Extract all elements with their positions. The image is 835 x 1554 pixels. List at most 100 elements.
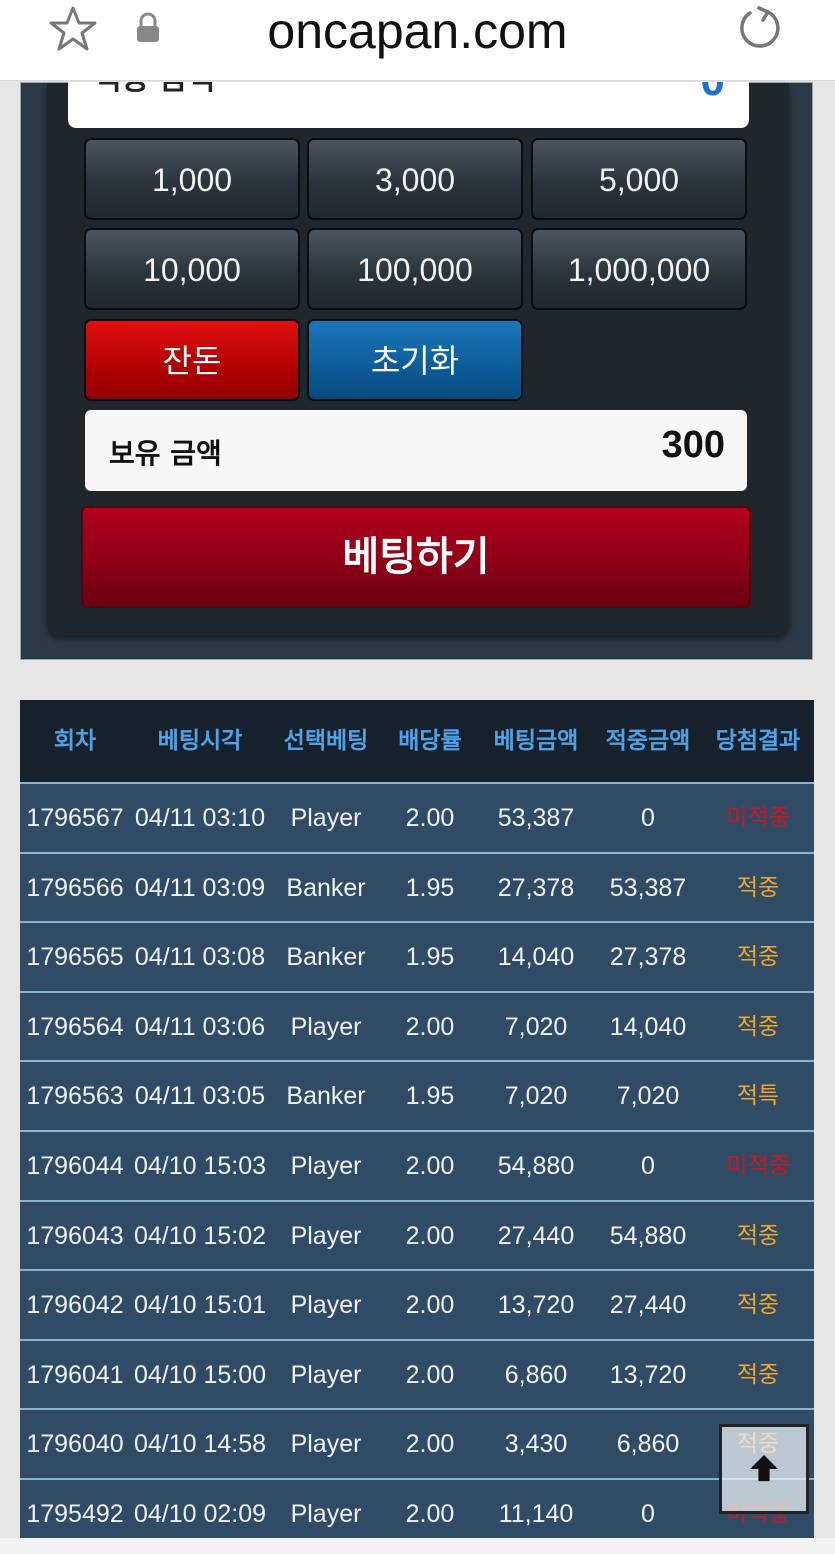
round-cell: 1796565 [26, 943, 124, 972]
header-odds: 배당률 [398, 728, 462, 754]
selection-cell: Player [290, 1152, 362, 1180]
result-cell: 미적중 [726, 805, 790, 831]
win-amount-cell: 0 [641, 804, 655, 832]
selection-cell: Player [290, 1360, 362, 1389]
bet-amount-cell: 6,860 [504, 1360, 568, 1389]
result-cell: 적중 [736, 1013, 780, 1040]
result-cell: 미적중 [726, 1153, 790, 1179]
table-row: 1796043 04/10 15:02 Player 2.00 27,440 54,880… [20, 1199, 814, 1270]
round-cell: 1796563 [26, 1082, 124, 1111]
result-cell: 적중 [736, 944, 780, 971]
selection-cell: Banker [286, 873, 366, 902]
odds-cell: 1.95 [405, 873, 455, 902]
bet-history-table: 회차 베팅시각 선택베팅 배당률 베팅금액 적중금액 당첨결과 1796567 0… [20, 700, 814, 1550]
win-amount-cell: 14,040 [609, 1012, 687, 1041]
chip-button-10000[interactable]: 10,000 [84, 228, 300, 310]
odds-cell: 2.00 [405, 1152, 455, 1180]
result-cell: 적특 [736, 1083, 780, 1110]
time-cell: 04/10 14:58 [133, 1430, 267, 1459]
scroll-to-top-button[interactable] [719, 1424, 809, 1514]
odds-cell: 2.00 [405, 1221, 455, 1250]
reload-icon[interactable] [736, 4, 784, 52]
time-cell: 04/11 03:06 [134, 1012, 266, 1041]
win-amount-cell: 13,720 [609, 1360, 687, 1389]
table-header: 회차 베팅시각 선택베팅 배당률 베팅금액 적중금액 당첨결과 [20, 700, 814, 782]
header-bet-time: 베팅시각 [157, 728, 243, 754]
win-amount-cell: 54,880 [609, 1221, 687, 1250]
reset-button[interactable]: 초기화 [307, 319, 523, 401]
odds-cell: 2.00 [405, 1291, 455, 1320]
chip-button-3000[interactable]: 3,000 [307, 138, 523, 220]
hit-amount-box: 적중 금액 0 [68, 82, 749, 128]
bet-amount-cell: 27,440 [497, 1221, 575, 1250]
chip-button-1000[interactable]: 1,000 [84, 138, 300, 220]
header-selection: 선택베팅 [283, 728, 369, 754]
change-button[interactable]: 잔돈 [84, 319, 300, 401]
header-bet-amount: 베팅금액 [493, 728, 579, 754]
bet-amount-cell: 7,020 [504, 1082, 568, 1111]
holding-amount-value: 300 [661, 424, 725, 466]
bet-amount-cell: 14,040 [497, 943, 575, 972]
time-cell: 04/11 03:09 [134, 873, 266, 902]
result-cell: 적중 [736, 1361, 780, 1388]
bet-amount-cell: 53,387 [497, 804, 575, 832]
header-round: 회차 [53, 728, 97, 754]
table-row: 1796567 04/11 03:10 Player 2.00 53,387 0 미적중 [20, 782, 814, 852]
time-cell: 04/11 03:05 [134, 1082, 266, 1111]
result-cell: 적중 [736, 874, 780, 901]
table-row: 1796566 04/11 03:09 Banker 1.95 27,378 53,387… [20, 851, 814, 922]
table-row: 1796565 04/11 03:08 Banker 1.95 14,040 27,378… [20, 921, 814, 992]
odds-cell: 2.00 [405, 1430, 455, 1459]
chip-button-100000[interactable]: 100,000 [307, 228, 523, 310]
time-cell: 04/10 15:01 [133, 1291, 267, 1320]
round-cell: 1796041 [26, 1360, 124, 1389]
round-cell: 1796040 [26, 1430, 124, 1459]
bet-amount-cell: 7,020 [504, 1012, 568, 1041]
round-cell: 1796042 [26, 1291, 124, 1320]
win-amount-cell: 0 [641, 1152, 655, 1180]
hit-amount-value: 0 [701, 82, 725, 106]
arrow-up-icon [750, 1455, 778, 1482]
time-cell: 04/10 15:00 [133, 1360, 267, 1389]
table-row: 1796563 04/11 03:05 Banker 1.95 7,020 7,020 적특 [20, 1060, 814, 1131]
round-cell: 1796044 [26, 1152, 124, 1180]
holding-amount-label: 보유 금액 [109, 437, 222, 470]
browser-top-bar: oncapan.com [0, 0, 835, 81]
odds-cell: 2.00 [405, 1012, 455, 1041]
table-row: 1796044 04/10 15:03 Player 2.00 54,880 0 미적중 [20, 1130, 814, 1200]
time-cell: 04/10 15:03 [133, 1152, 267, 1180]
selection-cell: Player [290, 1291, 362, 1320]
win-amount-cell: 7,020 [616, 1082, 680, 1111]
header-result: 당첨결과 [715, 728, 801, 754]
selection-cell: Banker [286, 943, 366, 972]
address-bar-url[interactable]: oncapan.com [0, 0, 835, 62]
table-row: 1796042 04/10 15:01 Player 2.00 13,720 27,440… [20, 1269, 814, 1340]
selection-cell: Player [290, 1012, 362, 1041]
odds-cell: 1.95 [405, 943, 455, 972]
result-cell: 적중 [736, 1222, 780, 1249]
win-amount-cell: 27,378 [609, 943, 687, 972]
win-amount-cell: 6,860 [616, 1430, 680, 1459]
round-cell: 1796566 [26, 873, 124, 902]
bet-amount-cell: 13,720 [497, 1291, 575, 1320]
bottom-strip [0, 1538, 835, 1554]
win-amount-cell: 27,440 [609, 1291, 687, 1320]
time-cell: 04/11 03:10 [134, 804, 266, 832]
round-cell: 1796564 [26, 1012, 124, 1041]
table-row: 1796041 04/10 15:00 Player 2.00 6,860 13,720 적… [20, 1338, 814, 1409]
place-bet-button[interactable]: 베팅하기 [81, 506, 751, 608]
odds-cell: 1.95 [405, 1082, 455, 1111]
win-amount-cell: 53,387 [609, 873, 687, 902]
odds-cell: 2.00 [405, 804, 455, 832]
round-cell: 1796567 [26, 804, 124, 832]
result-cell: 적중 [736, 1292, 780, 1319]
chip-button-5000[interactable]: 5,000 [531, 138, 747, 220]
holding-amount-box: 보유 금액 300 [85, 410, 747, 491]
time-cell: 04/10 15:02 [133, 1221, 267, 1250]
bet-amount-cell: 27,378 [497, 873, 575, 902]
time-cell: 04/11 03:08 [134, 943, 266, 972]
chip-button-1000000[interactable]: 1,000,000 [531, 228, 747, 310]
round-cell: 1796043 [26, 1221, 124, 1250]
hit-amount-label: 적중 금액 [94, 82, 215, 98]
odds-cell: 2.00 [405, 1360, 455, 1389]
